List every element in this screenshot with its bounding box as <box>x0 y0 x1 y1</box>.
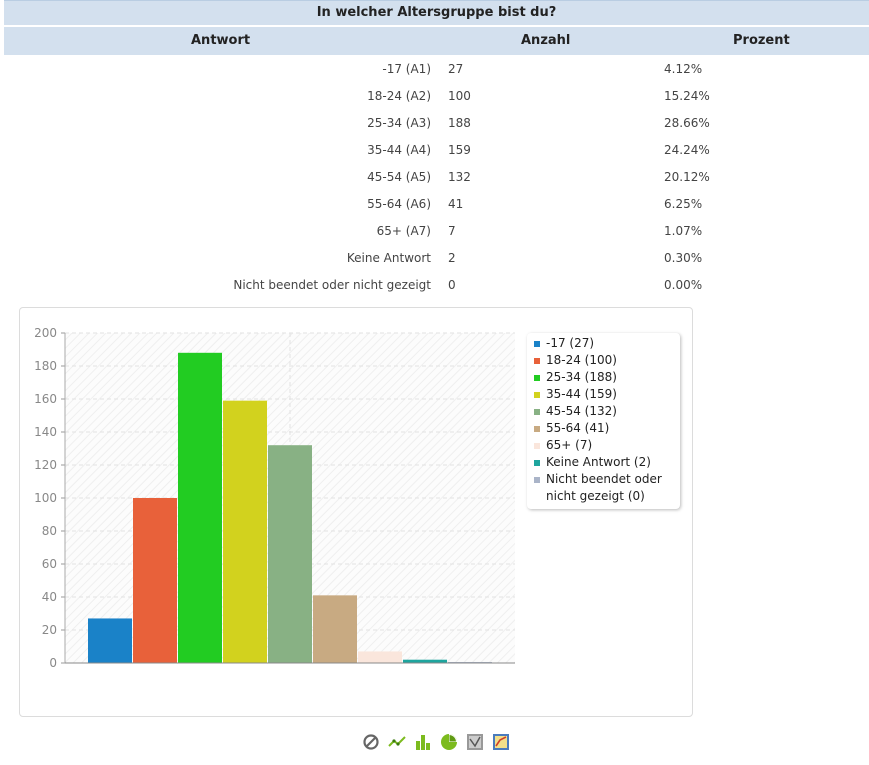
row-answer: 65+ (A7) <box>376 224 431 238</box>
row-percent: 1.07% <box>664 224 703 238</box>
legend-swatch <box>534 477 540 483</box>
y-tick-label: 120 <box>34 458 57 472</box>
bar <box>268 445 312 663</box>
y-tick-label: 140 <box>34 425 57 439</box>
row-percent: 4.12% <box>664 62 703 76</box>
chart-legend: -17 (27) 18-24 (100) 25-34 (188) 35-44 (159… <box>527 333 680 509</box>
y-tick-label: 80 <box>42 524 57 538</box>
bar <box>88 618 132 663</box>
row-count: 7 <box>448 224 456 238</box>
legend-label: 18-24 (100) <box>546 353 617 367</box>
row-answer: 25-34 (A3) <box>367 116 431 130</box>
legend-swatch <box>534 443 540 449</box>
row-percent: 6.25% <box>664 197 703 211</box>
y-tick-label: 60 <box>42 557 57 571</box>
legend-label: 25-34 (188) <box>546 370 617 384</box>
row-count: 41 <box>448 197 464 211</box>
table-row: -17 (A1) 27 4.12% <box>4 56 869 83</box>
line-chart-icon[interactable] <box>388 733 406 751</box>
row-count: 132 <box>448 170 471 184</box>
row-answer: -17 (A1) <box>382 62 431 76</box>
row-count: 0 <box>448 278 456 292</box>
y-tick-label: 0 <box>49 656 57 670</box>
legend-swatch <box>534 460 540 466</box>
row-percent: 0.30% <box>664 251 703 265</box>
legend-swatch <box>534 409 540 415</box>
y-tick-label: 100 <box>34 491 57 505</box>
header-percent: Prozent <box>733 33 790 48</box>
row-count: 100 <box>448 89 471 103</box>
legend-swatch <box>534 392 540 398</box>
legend-label: 65+ (7) <box>546 438 593 452</box>
y-tick-label: 200 <box>34 326 57 340</box>
table-row: 45-54 (A5) 132 20.12% <box>4 164 869 191</box>
table-row: 55-64 (A6) 41 6.25% <box>4 191 869 218</box>
row-answer: 45-54 (A5) <box>367 170 431 184</box>
bar <box>313 595 357 663</box>
legend-label: Keine Antwort (2) <box>546 455 651 469</box>
row-answer: Keine Antwort <box>346 251 431 265</box>
table-header: Antwort Anzahl Prozent <box>4 27 869 55</box>
bar <box>133 498 177 663</box>
y-tick-label: 180 <box>34 359 57 373</box>
question-title: In welcher Altersgruppe bist du? <box>4 0 869 26</box>
y-tick-label: 40 <box>42 590 57 604</box>
legend-label: 45-54 (132) <box>546 404 617 418</box>
table-row: 18-24 (A2) 100 15.24% <box>4 83 869 110</box>
table-row: 35-44 (A4) 159 24.24% <box>4 137 869 164</box>
bar <box>223 400 267 663</box>
header-count: Anzahl <box>521 33 571 48</box>
chart-type-toolbar <box>362 733 512 753</box>
radar-chart-icon[interactable] <box>466 733 484 751</box>
row-count: 2 <box>448 251 456 265</box>
row-answer: 18-24 (A2) <box>367 89 431 103</box>
row-percent: 0.00% <box>664 278 703 292</box>
legend-swatch <box>534 375 540 381</box>
row-answer: 55-64 (A6) <box>367 197 431 211</box>
bar-chart-icon[interactable] <box>414 733 432 751</box>
row-percent: 28.66% <box>664 116 710 130</box>
legend-label: -17 (27) <box>546 336 595 350</box>
y-tick-label: 160 <box>34 392 57 406</box>
y-tick-label: 20 <box>42 623 57 637</box>
table-row: Keine Antwort 2 0.30% <box>4 245 869 272</box>
row-percent: 15.24% <box>664 89 710 103</box>
legend-label: 55-64 (41) <box>546 421 610 435</box>
pie-chart-icon[interactable] <box>440 733 458 751</box>
legend-swatch <box>534 341 540 347</box>
table-row: 25-34 (A3) 188 28.66% <box>4 110 869 137</box>
row-answer: 35-44 (A4) <box>367 143 431 157</box>
row-count: 159 <box>448 143 471 157</box>
row-answer: Nicht beendet oder nicht gezeigt <box>233 278 431 292</box>
row-count: 27 <box>448 62 464 76</box>
legend-label: Nicht beendet oder nicht gezeigt (0) <box>546 472 662 503</box>
header-answer: Antwort <box>191 33 251 48</box>
row-percent: 24.24% <box>664 143 710 157</box>
row-percent: 20.12% <box>664 170 710 184</box>
polar-chart-icon[interactable] <box>492 733 510 751</box>
legend-label: 35-44 (159) <box>546 387 617 401</box>
legend-swatch <box>534 426 540 432</box>
bar <box>358 651 402 663</box>
row-count: 188 <box>448 116 471 130</box>
table-row: Nicht beendet oder nicht gezeigt 0 0.00% <box>4 272 869 299</box>
legend-swatch <box>534 358 540 364</box>
table-row: 65+ (A7) 7 1.07% <box>4 218 869 245</box>
bar <box>178 352 222 663</box>
disable-chart-icon[interactable] <box>362 733 380 751</box>
